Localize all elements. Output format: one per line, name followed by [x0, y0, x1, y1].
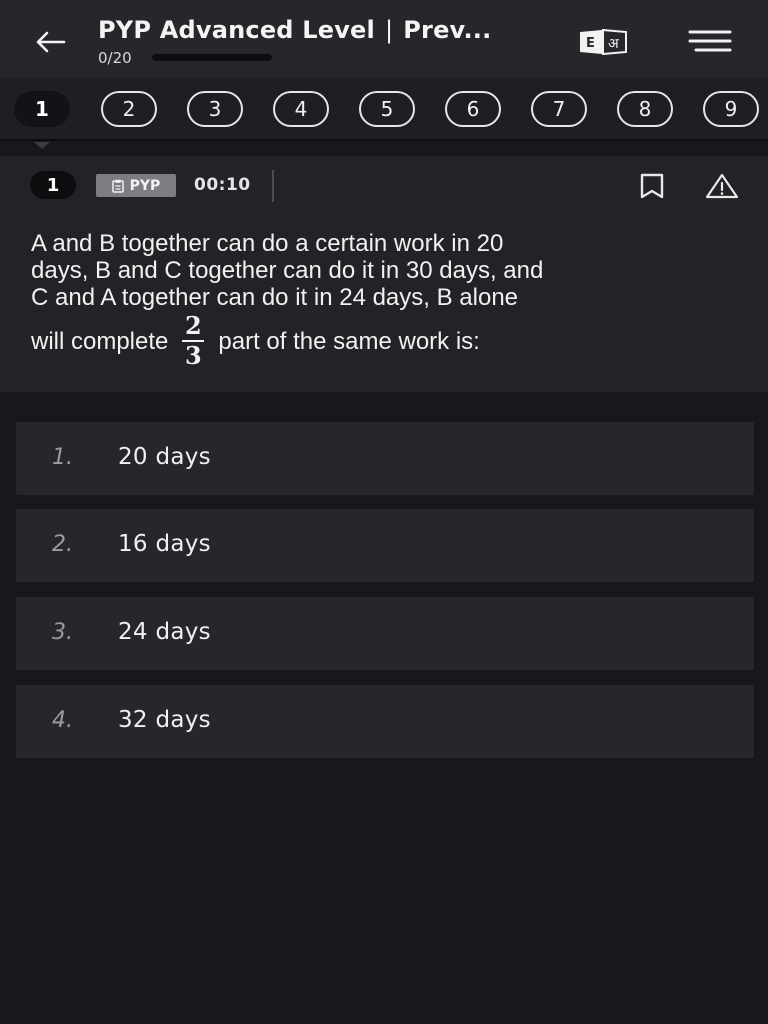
- question-nav-1[interactable]: 1: [14, 91, 70, 127]
- report-button[interactable]: [704, 172, 740, 200]
- option-text: 16 days: [118, 531, 211, 557]
- question-line: days, B and C together can do it in 30 d…: [31, 257, 544, 284]
- option-1[interactable]: 1. 20 days: [16, 422, 754, 495]
- language-toggle-icon: E अ: [580, 28, 627, 56]
- language-toggle-button[interactable]: E अ: [578, 28, 628, 56]
- question-navigator: 1 2 3 4 5 6 7 8 9: [0, 78, 768, 141]
- question-timer: 00:10: [194, 175, 251, 195]
- arrow-left-icon: [36, 31, 66, 53]
- fraction-denominator: 3: [185, 341, 202, 370]
- app-header: PYP Advanced Level | Prev... 0/20 E अ: [0, 0, 768, 78]
- question-nav-8[interactable]: 8: [617, 91, 673, 127]
- timer-divider: [272, 170, 274, 202]
- hindi-glyph: अ: [608, 36, 619, 52]
- progress-bar: [152, 54, 272, 61]
- bookmark-icon: [640, 173, 664, 199]
- option-4[interactable]: 4. 32 days: [16, 685, 754, 758]
- question-line-with-fraction: will complete 2 3 part of the same work …: [31, 313, 731, 369]
- page-title: PYP Advanced Level | Prev...: [98, 16, 491, 44]
- option-number: 2.: [52, 532, 73, 557]
- question-line: A and B together can do a certain work i…: [31, 230, 504, 257]
- question-nav-9[interactable]: 9: [703, 91, 759, 127]
- menu-button[interactable]: [686, 28, 734, 54]
- question-text-after-fraction: part of the same work is:: [218, 327, 480, 355]
- option-number: 4.: [52, 708, 73, 733]
- option-number: 1.: [52, 445, 73, 470]
- option-3[interactable]: 3. 24 days: [16, 597, 754, 670]
- warning-triangle-icon: [705, 173, 739, 199]
- question-nav-5[interactable]: 5: [359, 91, 415, 127]
- back-button[interactable]: [30, 22, 70, 62]
- title-separator: |: [384, 16, 394, 44]
- question-text-before-fraction: will complete: [31, 327, 169, 355]
- option-text: 20 days: [118, 444, 211, 470]
- question-nav-2[interactable]: 2: [101, 91, 157, 127]
- title-suffix: Prev...: [403, 16, 492, 44]
- option-2[interactable]: 2. 16 days: [16, 509, 754, 582]
- question-nav-3[interactable]: 3: [187, 91, 243, 127]
- fraction-numerator: 2: [185, 311, 202, 340]
- title-text: PYP Advanced Level: [98, 16, 375, 44]
- question-number-badge: 1: [30, 171, 76, 199]
- pyp-tag: PYP: [96, 174, 176, 197]
- question-line: C and A together can do it in 24 days, B…: [31, 284, 519, 311]
- hamburger-menu-icon: [688, 30, 732, 52]
- active-question-indicator: [34, 142, 50, 149]
- bookmark-button[interactable]: [638, 172, 666, 200]
- question-card: 1 PYP 00:10 A and B together can do a ce…: [0, 156, 768, 392]
- option-text: 24 days: [118, 619, 211, 645]
- option-text: 32 days: [118, 707, 211, 733]
- option-number: 3.: [52, 620, 73, 645]
- question-text: A and B together can do a certain work i…: [31, 230, 731, 369]
- question-nav-7[interactable]: 7: [531, 91, 587, 127]
- question-nav-6[interactable]: 6: [445, 91, 501, 127]
- clipboard-icon: [111, 179, 124, 193]
- fraction: 2 3: [182, 311, 205, 370]
- progress-count: 0/20: [98, 49, 132, 67]
- question-nav-4[interactable]: 4: [273, 91, 329, 127]
- pyp-tag-label: PYP: [129, 177, 161, 194]
- english-glyph: E: [586, 36, 595, 51]
